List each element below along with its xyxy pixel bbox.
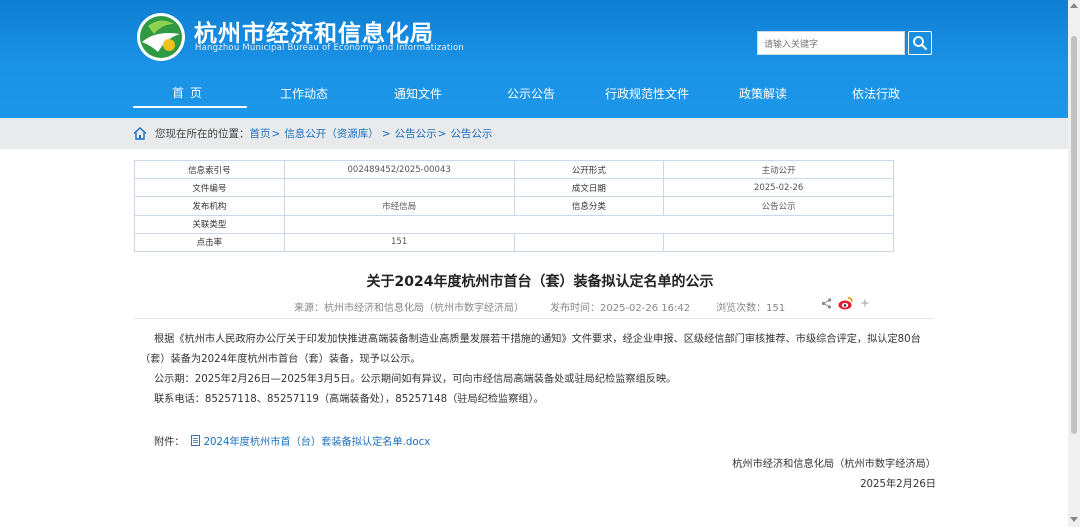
- plus-icon[interactable]: [860, 298, 870, 308]
- signature-org: 杭州市经济和信息化局（杭州市数字经济局）: [732, 459, 936, 470]
- table-row: 发布机构 市经信局 信息分类 公告公示: [134, 196, 894, 216]
- breadcrumb-link-announcements-sub[interactable]: 公告公示: [450, 126, 492, 141]
- table-row: 信息索引号 002489452/2025-00043 公开形式 主动公开: [134, 159, 894, 180]
- breadcrumb-separator: >: [437, 127, 447, 140]
- nav-item-notices[interactable]: 通知文件: [361, 78, 475, 108]
- info-label: 点击率: [134, 232, 285, 252]
- article-paragraph: 公示期：2025年2月26日—2025年3月5日。公示期间如有异议，可向市经信局…: [154, 374, 677, 385]
- article-paragraph: 联系电话：85257118、85257119（高端装备处），85257148（驻…: [154, 394, 544, 405]
- nav-item-home[interactable]: 首页: [133, 78, 247, 108]
- divider: [134, 318, 934, 319]
- scrollbar-thumb[interactable]: [1071, 36, 1077, 434]
- document-info-table: 信息索引号 002489452/2025-00043 公开形式 主动公开 文件编…: [134, 159, 895, 252]
- nav-item-policy-interpretation[interactable]: 政策解读: [707, 78, 819, 108]
- article-views: 浏览次数：151: [716, 303, 786, 314]
- scroll-down-arrow-icon[interactable]: [1070, 517, 1078, 522]
- weibo-icon[interactable]: [838, 296, 854, 310]
- attachment-label: 附件：: [154, 437, 185, 448]
- info-value: [513, 232, 665, 252]
- signature-date: 2025年2月26日: [860, 479, 936, 490]
- search-box: [757, 31, 905, 56]
- attachment-link[interactable]: 2024年度杭州市首（台）套装备拟认定名单.docx: [204, 433, 431, 448]
- info-value: 151: [283, 232, 515, 252]
- search-icon: [913, 36, 928, 51]
- breadcrumb-prefix: 您现在所在的位置：: [155, 128, 250, 140]
- info-value: 2025-02-26: [663, 178, 894, 198]
- table-row: 文件编号 成文日期 2025-02-26: [134, 178, 894, 198]
- info-label: 信息索引号: [134, 159, 285, 180]
- breadcrumb-link-home[interactable]: 首页: [250, 126, 271, 141]
- breadcrumb-link-info-public[interactable]: 信息公开（资源库）: [284, 126, 379, 141]
- nav-item-announcements[interactable]: 公示公告: [475, 78, 587, 108]
- article-publish-time: 发布时间：2025-02-26 16:42: [550, 303, 691, 314]
- main-nav: 首页 工作动态 通知文件 公示公告 行政规范性文件 政策解读 依法行政: [133, 78, 933, 110]
- share-tools: [821, 296, 870, 310]
- breadcrumb-separator: >: [271, 127, 281, 140]
- info-value: 主动公开: [663, 159, 894, 180]
- vertical-scrollbar[interactable]: [1068, 0, 1080, 527]
- attachment: 附件： 2024年度杭州市首（台）套装备拟认定名单.docx: [154, 433, 430, 448]
- breadcrumb-separator: >: [381, 127, 391, 140]
- info-value: [283, 178, 515, 198]
- info-label: 关联类型: [134, 214, 285, 234]
- table-row: 点击率 151: [134, 232, 894, 252]
- breadcrumb-bar: 您现在所在的位置： 首页 > 信息公开（资源库） > 公告公示 > 公告公示: [0, 118, 1080, 149]
- info-value: [663, 232, 894, 252]
- nav-item-normative-docs[interactable]: 行政规范性文件: [587, 78, 707, 108]
- scroll-up-arrow-icon[interactable]: [1070, 3, 1078, 8]
- share-icon[interactable]: [821, 297, 832, 309]
- nav-item-work-news[interactable]: 工作动态: [247, 78, 361, 108]
- article-paragraph: 根据《杭州市人民政府办公厅关于印发加快推进高端装备制造业高质量发展若干措施的通知…: [140, 334, 921, 365]
- info-value: 公告公示: [663, 196, 894, 216]
- home-icon: [133, 127, 147, 140]
- info-label: 发布机构: [134, 196, 285, 216]
- search-input[interactable]: [758, 34, 904, 56]
- info-value: 002489452/2025-00043: [283, 159, 515, 180]
- info-value: 市经信局: [283, 196, 515, 216]
- article-meta: 来源：杭州市经济和信息化局（杭州市数字经济局） 发布时间：2025-02-26 …: [294, 299, 811, 314]
- table-row: 关联类型: [134, 214, 895, 234]
- search-button[interactable]: [908, 31, 932, 55]
- article-title: 关于2024年度杭州市首台（套）装备拟认定名单的公示: [366, 274, 714, 290]
- city-emblem-icon[interactable]: [136, 12, 186, 62]
- info-label: 文件编号: [134, 178, 285, 198]
- article-source: 来源：杭州市经济和信息化局（杭州市数字经济局）: [294, 303, 524, 314]
- nav-item-law-administration[interactable]: 依法行政: [819, 78, 933, 108]
- document-icon: [190, 435, 200, 446]
- signature-block: 杭州市经济和信息化局（杭州市数字经济局） 2025年2月26日: [732, 455, 936, 495]
- info-label: 成文日期: [513, 178, 665, 198]
- breadcrumb: 您现在所在的位置： 首页 > 信息公开（资源库） > 公告公示 > 公告公示: [133, 126, 492, 141]
- info-label: 信息分类: [513, 196, 665, 216]
- site-subtitle: Hangzhou Municipal Bureau of Economy and…: [195, 43, 464, 53]
- site-header: 杭州市经济和信息化局 Hangzhou Municipal Bureau of …: [0, 0, 1080, 118]
- breadcrumb-link-announcements[interactable]: 公告公示: [395, 126, 437, 141]
- article-body: 根据《杭州市人民政府办公厅关于印发加快推进高端装备制造业高质量发展若干措施的通知…: [140, 330, 936, 410]
- info-value: [283, 214, 895, 234]
- info-label: 公开形式: [513, 159, 665, 180]
